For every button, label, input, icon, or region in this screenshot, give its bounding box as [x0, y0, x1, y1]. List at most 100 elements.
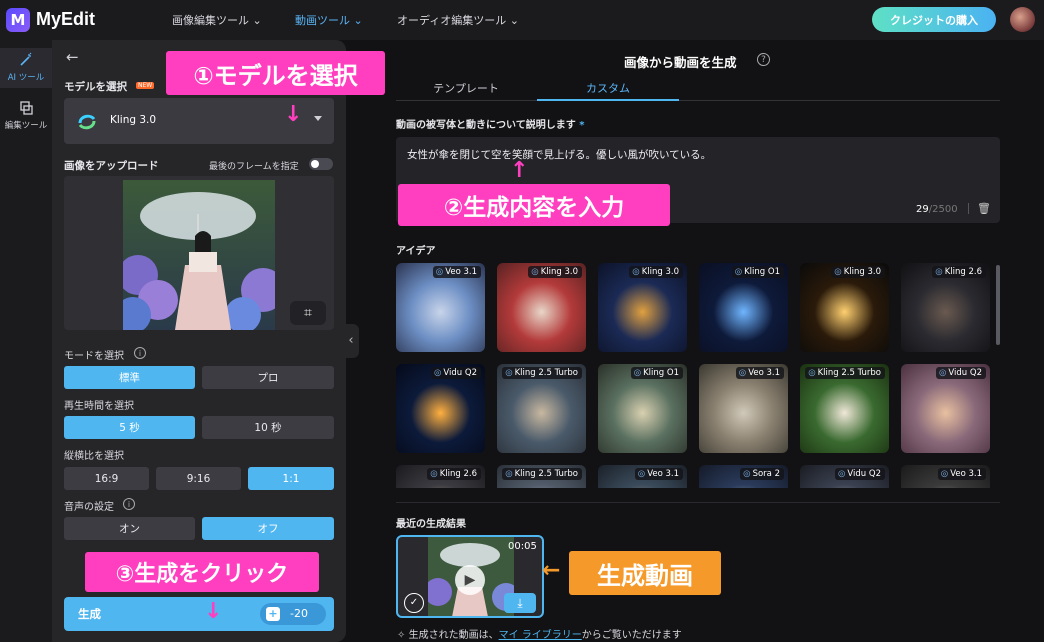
info-icon[interactable]: i [123, 498, 135, 510]
back-arrow-icon[interactable]: ← [66, 48, 79, 66]
model-logo-icon: ◎ [935, 267, 943, 277]
kling-logo-icon [78, 114, 96, 130]
duration-5s-button[interactable]: 5 秒 [64, 416, 195, 439]
my-library-link[interactable]: マイ ライブラリー [499, 630, 582, 641]
download-icon[interactable]: ⤓ [504, 593, 536, 613]
tab-indicator [537, 99, 679, 101]
new-badge: NEW [136, 82, 155, 89]
idea-thumbnail[interactable]: ◎ Kling 3.0 [497, 263, 586, 352]
model-tag: ◎ Kling 2.5 Turbo [805, 367, 885, 379]
model-tag: ◎ Kling 3.0 [528, 266, 582, 278]
model-tag-label: Vidu Q2 [948, 368, 982, 378]
model-logo-icon: ◎ [743, 469, 751, 479]
model-logo-icon: ◎ [505, 469, 513, 479]
model-tag: ◎ Vidu Q2 [835, 468, 885, 480]
model-logo-icon: ◎ [505, 368, 513, 378]
notice-prefix: 生成された動画は、 [408, 630, 499, 641]
rail-item-edit-tools[interactable]: 編集ツール [0, 96, 52, 136]
buy-credits-button[interactable]: クレジットの購入 [872, 7, 996, 32]
last-frame-toggle[interactable] [309, 158, 333, 170]
sparkle-icon: ✧ [397, 630, 406, 641]
model-logo-icon: ◎ [632, 267, 640, 277]
layers-icon [20, 101, 33, 115]
idea-thumbnail[interactable]: ◎ Kling 3.0 [598, 263, 687, 352]
model-logo-icon: ◎ [808, 368, 816, 378]
model-logo-icon: ◎ [637, 469, 646, 479]
idea-thumbnail[interactable]: ◎ Vidu Q2 [396, 364, 485, 453]
model-tag: ◎ Kling O1 [630, 367, 683, 379]
play-icon[interactable]: ▶ [455, 565, 485, 595]
audio-off-button[interactable]: オフ [202, 517, 334, 540]
mode-label: モードを選択 [64, 351, 124, 362]
ideas-scrollbar[interactable] [996, 265, 1000, 345]
model-logo-icon: ◎ [939, 368, 947, 378]
rail-item-ai-tools[interactable]: AI ツール [0, 48, 52, 88]
model-tag: ◎ Kling 3.0 [831, 266, 885, 278]
section-divider [396, 502, 1000, 503]
nav-audio-tools[interactable]: オーディオ編集ツール ⌄ [397, 12, 519, 28]
model-label: モデルを選択 [64, 81, 127, 93]
model-tag: ◎ Kling O1 [731, 266, 784, 278]
myedit-logo-icon[interactable]: M [6, 8, 30, 32]
generate-label: 生成 [78, 607, 101, 621]
top-bar: M MyEdit 画像編集ツール ⌄ 動画ツール ⌄ オーディオ編集ツール ⌄ … [0, 0, 1044, 40]
notice-suffix: からご覧いただけます [581, 630, 682, 641]
model-tag-label: Sora 2 [752, 469, 780, 479]
model-tag-label: Kling O1 [643, 368, 679, 378]
model-tag-label: Kling 3.0 [843, 267, 881, 277]
model-tag-label: Kling 2.5 Turbo [817, 368, 881, 378]
annotation-select-model: ①モデルを選択 [166, 51, 385, 95]
upload-label: 画像をアップロード [64, 160, 159, 172]
ratio-9-16-button[interactable]: 9:16 [156, 467, 241, 490]
model-logo-icon: ◎ [734, 267, 743, 277]
ratio-1-1-button[interactable]: 1:1 [248, 467, 334, 490]
duration-10s-button[interactable]: 10 秒 [202, 416, 334, 439]
info-icon[interactable]: i [134, 347, 146, 359]
generate-button[interactable]: 生成 + -20 [64, 597, 334, 631]
idea-thumbnail[interactable]: ◎ Kling 2.6 [396, 465, 485, 488]
app-name[interactable]: MyEdit [36, 9, 95, 30]
idea-thumbnail[interactable]: ◎ Sora 2 [699, 465, 788, 488]
idea-thumbnail[interactable]: ◎ Veo 3.1 [598, 465, 687, 488]
last-frame-label: 最後のフレームを指定 [209, 162, 299, 172]
library-notice: ✧ 生成された動画は、マイ ライブラリーからご覧いただけます [397, 626, 682, 641]
nav-image-tools[interactable]: 画像編集ツール ⌄ [172, 12, 262, 28]
upload-area[interactable]: ⌗ [64, 176, 334, 330]
nav-video-tools[interactable]: 動画ツール ⌄ [295, 12, 363, 28]
idea-thumbnail[interactable]: ◎ Kling O1 [699, 263, 788, 352]
audio-label: 音声の設定 [64, 502, 114, 513]
model-tag: ◎ Sora 2 [740, 468, 784, 480]
trash-icon[interactable]: 🗑 [977, 202, 991, 215]
model-tag-label: Vidu Q2 [847, 469, 881, 479]
audio-on-button[interactable]: オン [64, 517, 195, 540]
idea-thumbnail[interactable]: ◎ Kling 2.6 [901, 263, 990, 352]
mode-standard-button[interactable]: 標準 [64, 366, 195, 389]
credit-cost-value: -20 [290, 607, 308, 620]
credit-icon: + [266, 607, 280, 621]
recent-video-card[interactable]: 00:05 ▶ ✓ ⤓ [396, 535, 544, 618]
ratio-16-9-button[interactable]: 16:9 [64, 467, 149, 490]
idea-thumbnail[interactable]: ◎ Veo 3.1 [901, 465, 990, 488]
mode-pro-button[interactable]: プロ [202, 366, 334, 389]
crop-icon[interactable]: ⌗ [290, 301, 326, 325]
model-tag-label: Veo 3.1 [647, 469, 679, 479]
idea-thumbnail[interactable]: ◎ Veo 3.1 [396, 263, 485, 352]
model-logo-icon: ◎ [434, 368, 442, 378]
idea-thumbnail[interactable]: ◎ Kling 2.5 Turbo [800, 364, 889, 453]
help-icon[interactable]: ? [757, 53, 770, 66]
arrow-up-icon: ↑ [510, 158, 529, 183]
collapse-panel-chevron-icon[interactable]: ‹ [343, 324, 359, 358]
idea-thumbnail[interactable]: ◎ Kling O1 [598, 364, 687, 453]
idea-thumbnail[interactable]: ◎ Kling 2.5 Turbo [497, 364, 586, 453]
tab-template[interactable]: テンプレート [396, 80, 536, 96]
tab-custom[interactable]: カスタム [537, 80, 679, 96]
tab-divider [396, 100, 1000, 101]
avatar[interactable] [1010, 7, 1035, 32]
idea-thumbnail[interactable]: ◎ Veo 3.1 [699, 364, 788, 453]
idea-thumbnail[interactable]: ◎ Vidu Q2 [800, 465, 889, 488]
page-title: 画像から動画を生成 [624, 55, 737, 70]
idea-thumbnail[interactable]: ◎ Kling 3.0 [800, 263, 889, 352]
credit-cost: + -20 [260, 603, 326, 625]
idea-thumbnail[interactable]: ◎ Vidu Q2 [901, 364, 990, 453]
idea-thumbnail[interactable]: ◎ Kling 2.5 Turbo [497, 465, 586, 488]
